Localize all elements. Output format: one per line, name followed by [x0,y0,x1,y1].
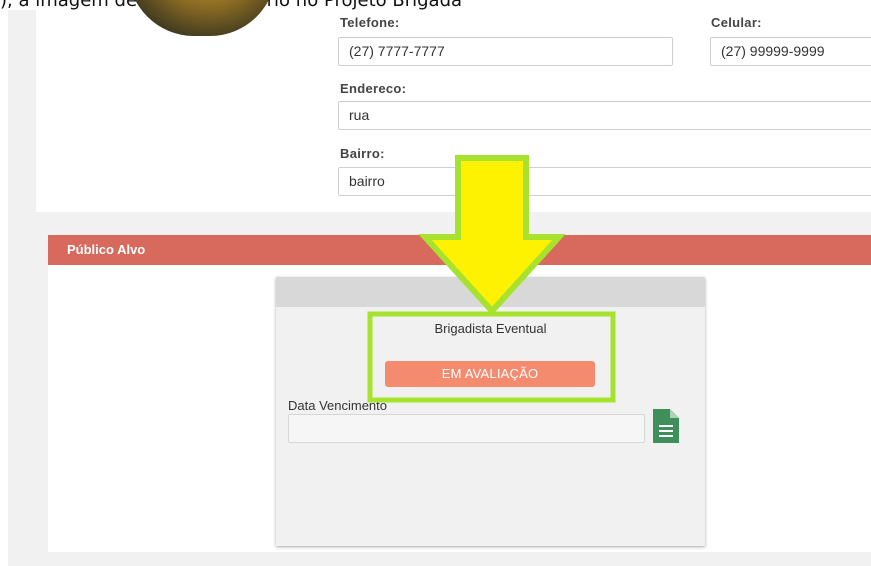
due-date-field[interactable] [288,414,645,443]
status-button[interactable]: EM AVALIAÇÃO [385,361,595,387]
bairro-field[interactable]: bairro [338,167,871,196]
endereco-label: Endereco: [340,81,407,96]
celular-label: Celular: [711,15,762,30]
document-icon[interactable] [653,409,679,443]
target-audience-card: Brigadista Eventual EM AVALIAÇÃO Data Ve… [276,277,705,546]
card-header [276,277,705,307]
publico-alvo-header: Público Alvo [48,235,871,265]
telefone-label: Telefone: [340,15,400,30]
avatar [128,0,276,36]
bairro-label: Bairro: [340,146,385,161]
contact-info-card: Telefone: (27) 7777-7777 Celular: (27) 9… [36,0,871,212]
due-date-label: Data Vencimento [288,398,388,413]
celular-field[interactable]: (27) 99999-9999 [710,37,871,66]
endereco-field[interactable]: rua [338,101,871,130]
card-title: Brigadista Eventual [434,321,547,336]
telefone-field[interactable]: (27) 7777-7777 [338,37,673,66]
